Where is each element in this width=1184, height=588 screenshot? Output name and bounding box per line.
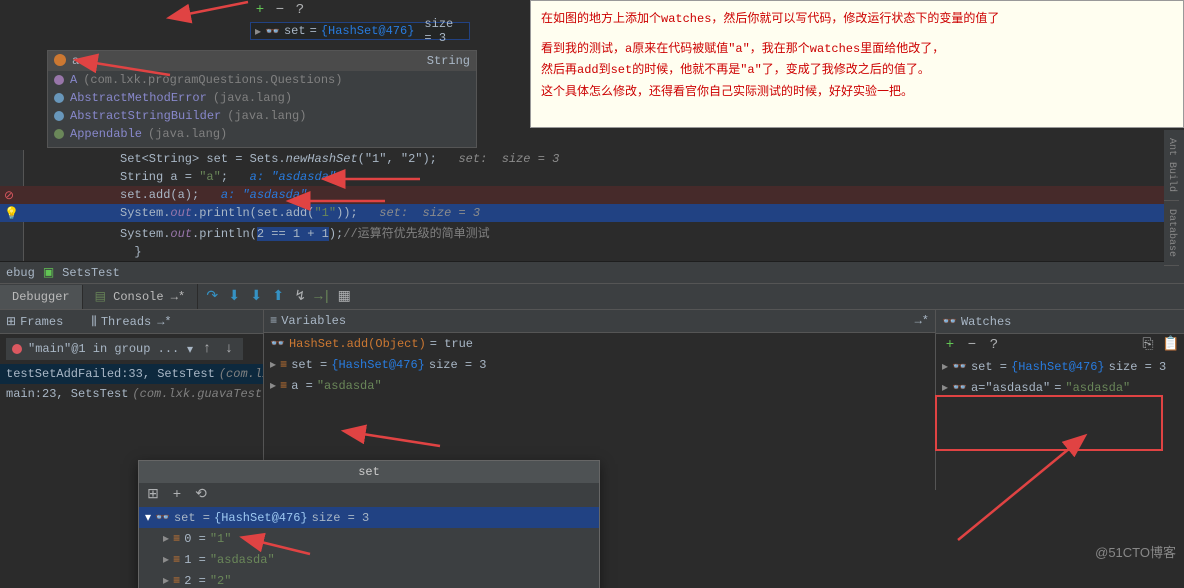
popup-row[interactable]: ▸ ≡ 0 = "1" — [139, 528, 599, 549]
copy-icon[interactable]: ⎘ — [1140, 337, 1156, 353]
equals: = — [310, 24, 317, 38]
ant-build-tab[interactable]: Ant Build — [1164, 130, 1179, 201]
dropdown-icon: ▾ — [187, 342, 193, 357]
var-value: {HashSet@476} — [321, 24, 415, 38]
watermark: @51CTO博客 — [1095, 542, 1176, 561]
current-line-icon: 💡 — [4, 206, 19, 221]
prev-frame-icon[interactable]: ↑ — [199, 341, 215, 357]
annotation-line: 这个具体怎么修改，还得看官你自己实际测试的时候，好好实验一把。 — [541, 82, 1173, 104]
expand-icon[interactable]: ▸ — [270, 378, 276, 393]
annotation-box: 在如图的地方上添加个watches，然后你就可以写代码，修改运行状态下的变量的值… — [530, 0, 1184, 128]
popup-row[interactable]: ▸ ≡ 2 = "2" — [139, 570, 599, 588]
step-out-icon[interactable]: ⬆ — [270, 289, 286, 305]
completion-item[interactable]: AbstractStringBuilder (java.lang) — [48, 107, 476, 125]
evaluate-popup: set ⊞ + ⟲ ▾ 👓 set = {HashSet@476} size =… — [138, 460, 600, 588]
evaluate-icon[interactable]: ▦ — [336, 289, 352, 305]
frame-row[interactable]: testSetAddFailed:33, SetsTest (com.lxk.g… — [0, 364, 263, 384]
equals-icon: ≡ — [280, 358, 287, 372]
frames-header: ⊞ Frames ⫼ Threads →* — [0, 310, 263, 334]
variables-header: ≡ Variables →* — [264, 310, 935, 333]
variables-icon: ≡ — [270, 314, 277, 328]
force-step-icon[interactable]: ⬇ — [248, 289, 264, 305]
debug-tab-name[interactable]: SetsTest — [62, 266, 120, 280]
run-to-cursor-icon[interactable]: →| — [314, 289, 330, 305]
help-icon[interactable]: ? — [986, 337, 1002, 353]
popup-type: String — [427, 54, 470, 68]
step-into-icon[interactable]: ⬇ — [226, 289, 242, 305]
glasses-icon: 👓 — [952, 359, 967, 374]
completion-item[interactable]: A (com.lxk.programQuestions.Questions) — [48, 71, 476, 89]
paste-icon[interactable]: 📋 — [1162, 337, 1178, 353]
drop-frame-icon[interactable]: ↯ — [292, 289, 308, 305]
popup-var: a — [72, 54, 79, 68]
step-over-icon[interactable]: ↷ — [204, 289, 220, 305]
annotation-line: 在如图的地方上添加个watches，然后你就可以写代码，修改运行状态下的变量的值… — [541, 9, 1173, 31]
popup-icon[interactable]: ⊞ — [145, 487, 161, 503]
watches-toolbar: + − ? ⎘ 📋 — [936, 334, 1184, 356]
variable-row[interactable]: ▸ ≡ a = "asdasda" — [264, 375, 935, 396]
database-tab[interactable]: Database — [1164, 201, 1179, 266]
completion-item[interactable]: Appendable (java.lang) — [48, 125, 476, 143]
pin-icon[interactable]: →* — [915, 314, 929, 328]
expand-icon[interactable]: ▸ — [942, 359, 948, 374]
add-icon[interactable]: + — [252, 2, 268, 18]
equals-icon: ≡ — [280, 379, 287, 393]
popup-icon[interactable]: ⟲ — [193, 487, 209, 503]
collapse-icon[interactable]: ▾ — [145, 510, 151, 525]
expand-icon[interactable]: ▸ — [163, 531, 169, 546]
expand-icon[interactable]: ▸ — [942, 380, 948, 395]
console-icon: ▤ — [95, 290, 114, 304]
glasses-icon: 👓 — [270, 336, 285, 351]
variable-row[interactable]: 👓 HashSet.add(Object) = true — [264, 333, 935, 354]
tab-console[interactable]: ▤ Console →* — [83, 284, 199, 309]
completion-item[interactable]: AbstractMethodError (java.lang) — [48, 89, 476, 107]
thread-status-icon — [12, 344, 22, 354]
popup-row[interactable]: ▾ 👓 set = {HashSet@476} size = 3 — [139, 507, 599, 528]
expand-icon[interactable]: ▸ — [163, 573, 169, 588]
var-extra: size = 3 — [424, 17, 465, 45]
help-icon[interactable]: ? — [292, 2, 308, 18]
variable-row[interactable]: ▸ ≡ set = {HashSet@476} size = 3 — [264, 354, 935, 375]
watches-header: 👓 Watches — [936, 310, 1184, 334]
editor[interactable]: Set<String> set = Sets.newHashSet("1", "… — [0, 150, 1184, 261]
thread-selector[interactable]: "main"@1 in group ... ▾ ↑ ↓ — [6, 338, 243, 360]
debug-window-header: ebug ▣ SetsTest — [0, 261, 1184, 284]
expand-icon[interactable]: ▸ — [270, 357, 276, 372]
watch-row[interactable]: ▸ 👓 a="asdasda" = "asdasda" — [936, 377, 1184, 398]
next-frame-icon[interactable]: ↓ — [221, 341, 237, 357]
breakpoint-icon[interactable]: ⊘ — [4, 188, 14, 203]
annotation-line: 然后再add到set的时候，他就不再是"a"了，变成了我修改之后的值了。 — [541, 60, 1173, 82]
test-icon: ▣ — [43, 265, 54, 280]
var-name: set — [284, 24, 306, 38]
debug-label: ebug — [6, 266, 35, 280]
debug-tabbar: Debugger ▤ Console →* ↷ ⬇ ⬇ ⬆ ↯ →| ▦ — [0, 284, 1184, 310]
popup-title: set — [139, 461, 599, 483]
right-sidebar: Ant Build Database — [1164, 130, 1184, 266]
popup-row[interactable]: ▸ ≡ 1 = "asdasda" — [139, 549, 599, 570]
frames-icon: ⊞ — [6, 314, 16, 329]
watch-expression-row[interactable]: ▸ 👓 set = {HashSet@476} size = 3 — [250, 22, 470, 40]
frame-row[interactable]: main:23, SetsTest (com.lxk.guavaTest) — [0, 384, 263, 404]
popup-icon[interactable]: + — [169, 487, 185, 503]
expand-icon[interactable]: ▸ — [255, 24, 261, 39]
tab-debugger[interactable]: Debugger — [0, 285, 83, 309]
completion-popup: a String A (com.lxk.programQuestions.Que… — [47, 50, 477, 148]
watches-icon: 👓 — [942, 314, 957, 329]
top-toolbar: + − ? — [252, 2, 308, 18]
add-watch-icon[interactable]: + — [942, 337, 958, 353]
glasses-icon: 👓 — [952, 380, 967, 395]
var-icon — [54, 54, 66, 66]
remove-icon[interactable]: − — [272, 2, 288, 18]
remove-watch-icon[interactable]: − — [964, 337, 980, 353]
glasses-icon: 👓 — [265, 24, 280, 39]
annotation-line: 看到我的测试，a原来在代码被赋值"a"，我在那个watches里面给他改了， — [541, 39, 1173, 61]
watch-row[interactable]: ▸ 👓 set = {HashSet@476} size = 3 — [936, 356, 1184, 377]
threads-icon: ⫼ — [91, 315, 97, 329]
glasses-icon: 👓 — [155, 510, 170, 525]
